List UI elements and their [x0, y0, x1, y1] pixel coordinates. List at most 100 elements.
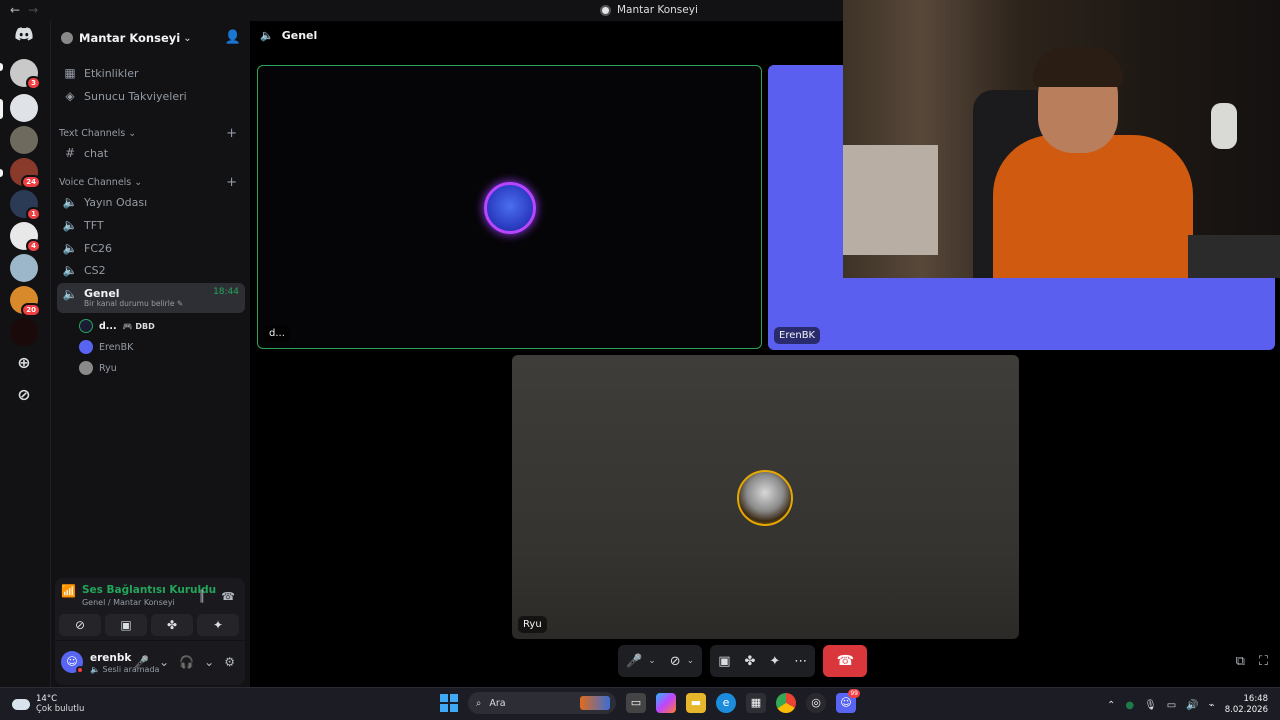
voice-user-row[interactable]: ErenBK: [79, 338, 133, 356]
noise-suppression-icon[interactable]: ║: [199, 590, 206, 603]
edge-icon[interactable]: e: [716, 693, 736, 713]
guild-icon[interactable]: [10, 254, 38, 282]
headphones-icon[interactable]: 🎧: [179, 655, 194, 669]
stage-header: 🔈 Genel: [260, 29, 317, 42]
guild-rail: 3 24 1 4 20 ⊕ ⊘: [0, 21, 50, 687]
weather-widget[interactable]: 14°C Çok bulutlu: [12, 694, 84, 714]
activities-button[interactable]: ✤: [151, 614, 193, 636]
channel-status-hint[interactable]: Bir kanal durumu belirle ✎: [84, 299, 183, 308]
connection-status[interactable]: 📶 Ses Bağlantısı Kuruldu Genel / Mantar …: [61, 584, 216, 607]
chevron-down-icon[interactable]: ⌄: [687, 656, 695, 666]
guild-icon[interactable]: 20: [10, 286, 41, 317]
participant-label: d...: [264, 325, 290, 342]
tray-app-icon[interactable]: ●: [1125, 700, 1134, 711]
guild-avatar: [10, 126, 38, 154]
more-icon[interactable]: ⋯: [794, 654, 807, 669]
chevron-down-icon[interactable]: ⌄: [204, 655, 214, 669]
discover-icon[interactable]: ⊘: [12, 383, 36, 407]
camera-off-icon[interactable]: ⊘: [670, 654, 681, 669]
guild-icon[interactable]: 1: [10, 190, 41, 221]
guild-icon[interactable]: 3: [10, 59, 41, 90]
chevron-down-icon[interactable]: ⌄: [159, 655, 169, 669]
leave-call-button[interactable]: ☎: [823, 645, 868, 677]
microphone-icon[interactable]: 🎤: [626, 654, 642, 669]
search-icon: ⌕: [476, 697, 482, 709]
voice-category[interactable]: Voice Channels ⌄ +: [59, 175, 245, 190]
boosts-item[interactable]: ◈ Sunucu Takviyeleri: [57, 85, 245, 107]
notification-badge: 99: [848, 689, 860, 698]
avatar: [737, 470, 793, 526]
signal-icon: 📶: [61, 584, 76, 598]
soundboard-icon[interactable]: ✦: [769, 654, 780, 669]
chrome-icon[interactable]: [776, 693, 796, 713]
activities-icon[interactable]: ✤: [744, 654, 755, 669]
screen-share-icon[interactable]: ▣: [718, 654, 730, 669]
popout-icon[interactable]: ⧉: [1236, 654, 1245, 669]
server-header[interactable]: Mantar Konseyi ⌄ 👤: [51, 21, 251, 55]
gear-icon[interactable]: ⚙: [224, 655, 235, 669]
network-icon[interactable]: ▭: [1167, 700, 1176, 711]
fullscreen-icon[interactable]: ⛶: [1259, 654, 1268, 669]
voice-channel-item[interactable]: 🔈 FC26: [57, 237, 245, 259]
voice-channel-item[interactable]: 🔈 TFT: [57, 214, 245, 236]
search-highlight-image: [580, 696, 610, 710]
status-dot: [76, 666, 84, 674]
voice-user-row[interactable]: Ryu: [79, 359, 117, 377]
guild-icon[interactable]: [10, 94, 38, 122]
text-category[interactable]: Text Channels ⌄ +: [59, 126, 245, 141]
forward-arrow-icon[interactable]: →: [28, 3, 46, 17]
active-voice-channel[interactable]: 🔈 Genel 18:44 Bir kanal durumu belirle ✎: [57, 283, 245, 313]
windows-start-icon[interactable]: [440, 694, 458, 712]
back-arrow-icon[interactable]: ←: [10, 3, 28, 17]
voice-channel-item[interactable]: 🔈 Yayın Odası: [57, 191, 245, 213]
taskbar: 14°C Çok bulutlu ⌕ Ara ▭ ▬ e ▦ ◎ ☺ 99 ⌃ ●…: [0, 687, 1280, 720]
participant-tile[interactable]: Ryu: [512, 355, 1019, 639]
file-explorer-icon[interactable]: ▬: [686, 693, 706, 713]
store-icon[interactable]: ▦: [746, 693, 766, 713]
guild-icon[interactable]: 24: [10, 158, 41, 189]
unread-pill: [0, 169, 3, 177]
hashtag-icon: #: [64, 146, 76, 160]
camera-off-button[interactable]: ⊘: [59, 614, 101, 636]
create-channel-icon[interactable]: +: [226, 175, 237, 190]
connection-subtitle: Genel / Mantar Konseyi: [81, 598, 175, 607]
voice-channel-item[interactable]: 🔈 CS2: [57, 259, 245, 281]
avatar[interactable]: ☺: [61, 651, 84, 674]
mention-badge: 20: [21, 303, 41, 317]
boosts-label: Sunucu Takviyeleri: [84, 89, 187, 103]
call-controls: 🎤 ⌄ ⊘ ⌄ ▣ ✤ ✦ ⋯ ☎: [618, 645, 868, 677]
username[interactable]: erenbk: [90, 652, 131, 664]
clock[interactable]: 16:48 8.02.2026: [1225, 694, 1268, 716]
chevron-down-icon[interactable]: ⌄: [648, 656, 656, 666]
chevron-down-icon: ⌄: [128, 128, 137, 139]
guild-avatar: [10, 318, 38, 346]
guild-icon[interactable]: 4: [10, 222, 41, 253]
screen-share-button[interactable]: ▣: [105, 614, 147, 636]
steam-icon[interactable]: ◎: [806, 693, 826, 713]
discord-taskbar-icon[interactable]: ☺ 99: [836, 689, 860, 713]
voice-user-row[interactable]: d... 🎮 DBD: [79, 317, 155, 335]
guild-icon[interactable]: [10, 318, 38, 346]
chevron-up-icon[interactable]: ⌃: [1107, 700, 1115, 711]
soundboard-button[interactable]: ✦: [197, 614, 239, 636]
events-item[interactable]: ▦ Etkinlikler: [57, 62, 245, 84]
discord-home-icon[interactable]: [10, 26, 38, 48]
copilot-icon[interactable]: [656, 693, 676, 713]
volume-icon[interactable]: 🔊: [1186, 700, 1198, 711]
guild-icon[interactable]: [10, 126, 38, 154]
chevron-down-icon: ⌄: [183, 32, 192, 44]
mention-badge: 24: [21, 175, 41, 189]
task-view-icon[interactable]: ▭: [626, 693, 646, 713]
microphone-icon[interactable]: 🎤: [134, 655, 149, 669]
battery-icon[interactable]: ⌁: [1209, 700, 1215, 711]
participant-tile[interactable]: d...: [257, 65, 762, 349]
taskbar-search[interactable]: ⌕ Ara: [468, 692, 616, 714]
channel-item-chat[interactable]: # chat: [57, 142, 245, 164]
add-server-icon[interactable]: ⊕: [12, 351, 36, 375]
speaker-icon: 🔈: [62, 218, 78, 232]
invite-people-icon[interactable]: 👤: [225, 30, 241, 45]
microphone-icon[interactable]: 🎙: [1144, 700, 1157, 711]
create-channel-icon[interactable]: +: [226, 126, 237, 141]
disconnect-icon[interactable]: ☎: [221, 590, 235, 603]
nav-arrows: ←→: [10, 3, 46, 17]
